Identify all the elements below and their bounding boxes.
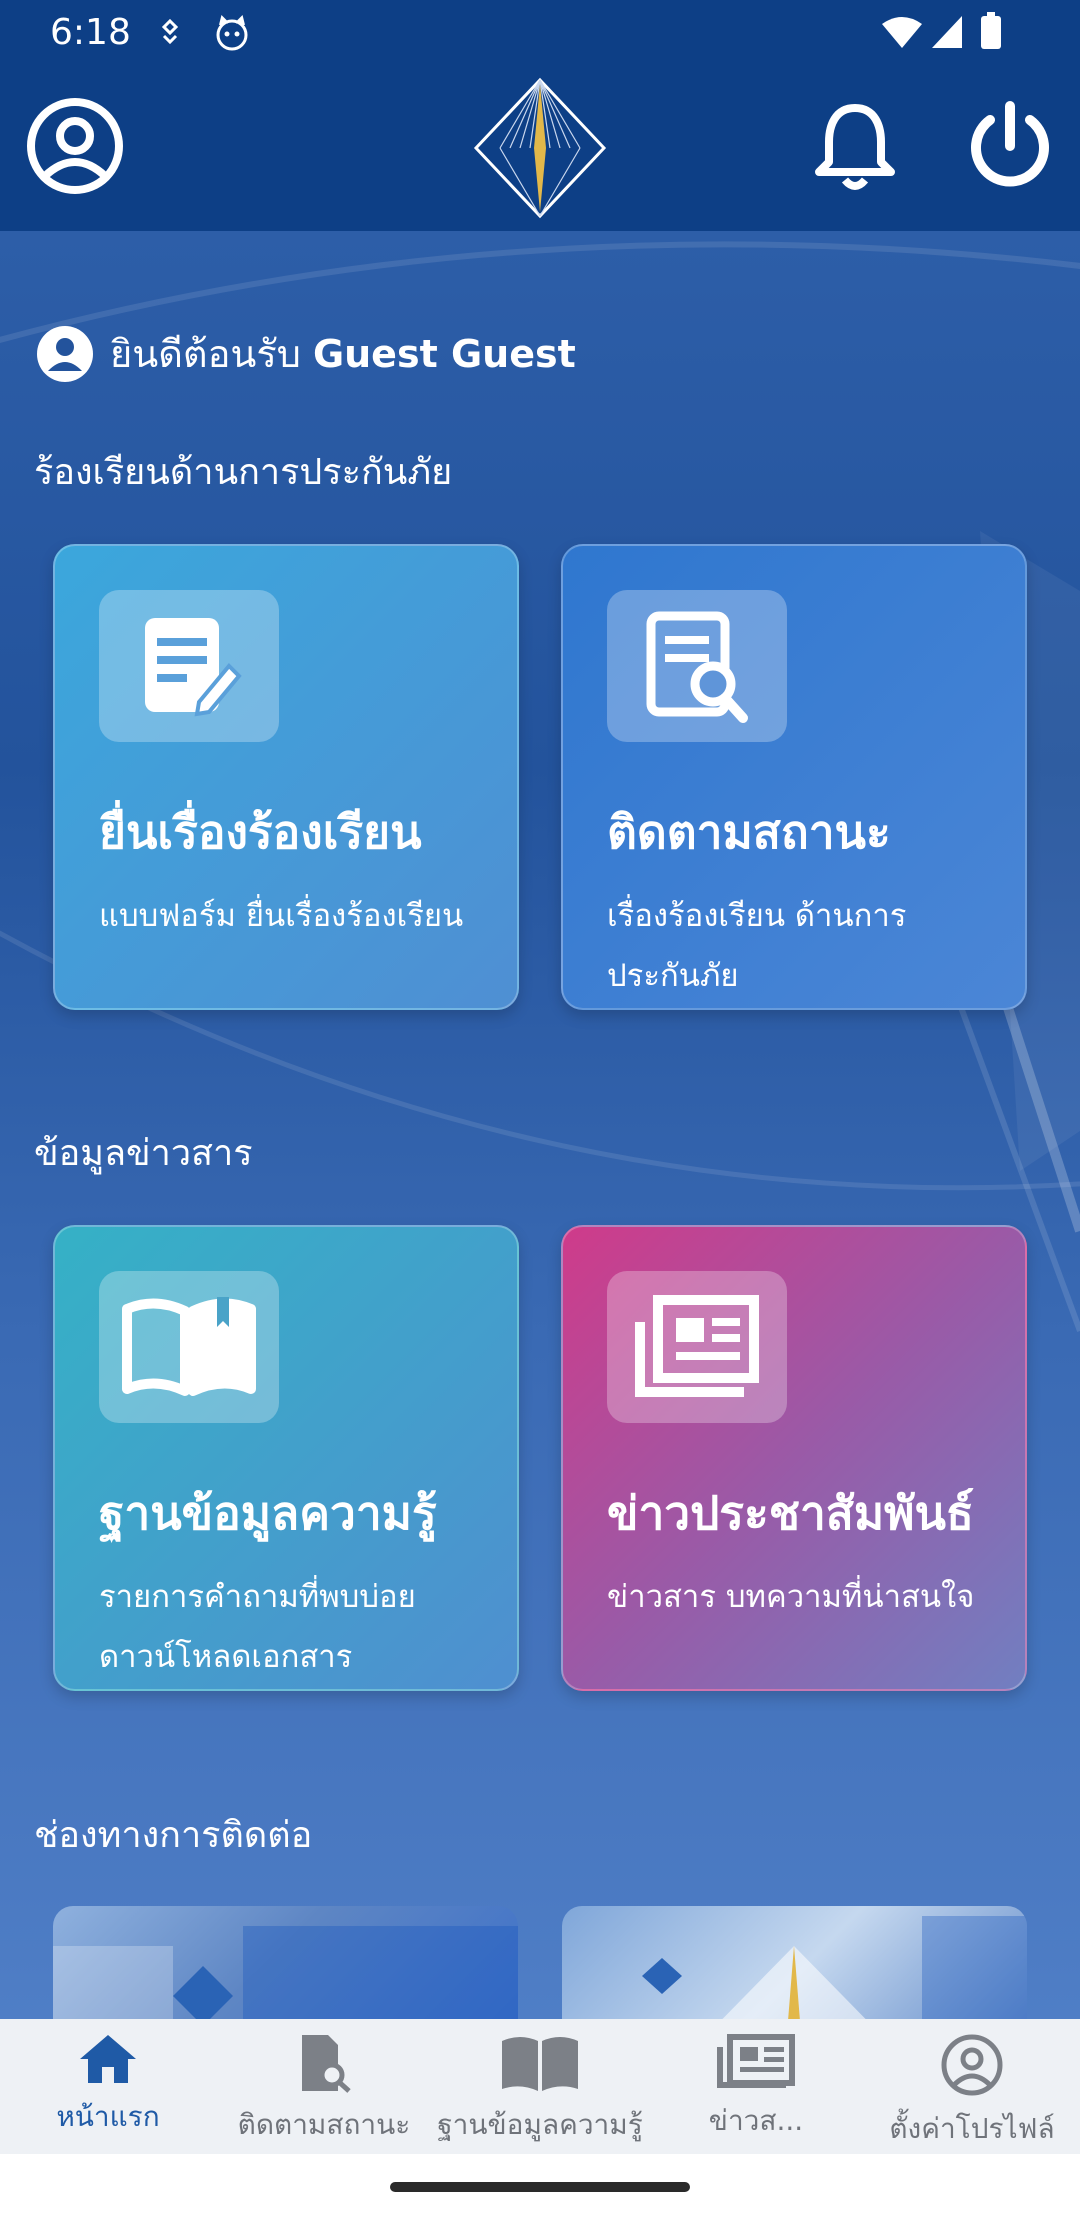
nav-news-label: ข่าวส... — [708, 2104, 804, 2137]
nav-home-label: หน้าแรก — [56, 2100, 160, 2133]
track-status-subtitle: เรื่องร้องเรียน ด้านการประกันภัย — [607, 898, 907, 994]
news-card[interactable]: ข่าวประชาสัมพันธ์ ข่าวสาร บทความที่น่าสน… — [561, 1225, 1027, 1691]
battery-icon — [981, 12, 1001, 49]
knowledge-base-title: ฐานข้อมูลความรู้ — [99, 1486, 437, 1540]
nav-track-status[interactable]: ติดตามสถานะ — [216, 2019, 432, 2154]
bell-icon[interactable] — [805, 96, 905, 196]
building-photo-image — [53, 1926, 518, 2019]
contact-photo-office[interactable] — [562, 1906, 1027, 2019]
document-search-icon — [607, 590, 787, 742]
nav-home[interactable]: หน้าแรก — [0, 2019, 216, 2154]
office-photo-image — [642, 1916, 1027, 2019]
section-title-info: ข้อมูลข่าวสาร — [34, 1133, 253, 1174]
file-complaint-card[interactable]: ยื่นเรื่องร้องเรียน แบบฟอร์ม ยื่นเรื่องร… — [53, 544, 519, 1010]
file-complaint-subtitle: แบบฟอร์ม ยื่นเรื่องร้องเรียน — [99, 898, 464, 934]
newspaper-icon — [607, 1271, 787, 1423]
app-header — [0, 66, 1080, 231]
welcome-username: Guest Guest — [312, 331, 576, 376]
gesture-bar — [0, 2154, 1080, 2220]
oic-emblem-logo — [473, 77, 607, 219]
welcome-banner: ยินดีต้อนรับ Guest Guest — [36, 323, 576, 384]
file-complaint-title: ยื่นเรื่องร้องเรียน — [99, 805, 422, 859]
nav-knowledge-base-label: ฐานข้อมูลความรู้ — [437, 2108, 643, 2141]
notification-status-icon — [161, 18, 179, 45]
nav-track-status-label: ติดตามสถานะ — [237, 2108, 411, 2141]
news-subtitle: ข่าวสาร บทความที่น่าสนใจ — [607, 1579, 975, 1615]
bottom-navigation: หน้าแรก ติดตามสถานะ ฐานข้อมูลความรู้ ข่า… — [0, 2019, 1080, 2154]
track-status-title: ติดตามสถานะ — [607, 805, 891, 859]
wifi-icon — [882, 17, 922, 48]
nav-profile-settings[interactable]: ตั้งค่าโปรไฟล์ — [864, 2019, 1080, 2154]
knowledge-base-subtitle: รายการคำถามที่พบบ่อย ดาวน์โหลดเอกสาร — [99, 1579, 416, 1675]
open-book-icon — [99, 1271, 279, 1423]
home-content[interactable]: ยินดีต้อนรับ Guest Guest ร้องเรียนด้านกา… — [0, 231, 1080, 2019]
user-icon — [37, 325, 93, 382]
welcome-text: ยินดีต้อนรับ — [110, 332, 301, 376]
nav-profile-settings-label: ตั้งค่าโปรไฟล์ — [889, 2112, 1055, 2145]
signal-icon — [932, 16, 962, 48]
section-title-complaint: ร้องเรียนด้านการประกันภัย — [34, 452, 453, 493]
home-gesture-pill[interactable] — [390, 2182, 690, 2192]
account-circle-icon[interactable] — [25, 96, 125, 196]
track-status-card[interactable]: ติดตามสถานะ เรื่องร้องเรียน ด้านการประกั… — [561, 544, 1027, 1010]
document-search-icon — [302, 2035, 351, 2093]
home-icon — [80, 2035, 136, 2083]
section-title-contact: ช่องทางการติดต่อ — [34, 1815, 313, 1856]
newspaper-icon — [717, 2034, 795, 2088]
news-title: ข่าวประชาสัมพันธ์ — [607, 1486, 975, 1540]
book-icon — [502, 2037, 578, 2091]
edit-document-icon — [99, 590, 279, 742]
power-icon[interactable] — [960, 96, 1060, 196]
cat-status-icon — [216, 15, 248, 51]
account-circle-icon — [941, 2034, 1003, 2096]
nav-news[interactable]: ข่าวส... — [648, 2019, 864, 2154]
status-bar: 6:18 — [0, 0, 1080, 66]
nav-knowledge-base[interactable]: ฐานข้อมูลความรู้ — [432, 2019, 648, 2154]
status-time: 6:18 — [50, 12, 131, 53]
knowledge-base-card[interactable]: ฐานข้อมูลความรู้ รายการคำถามที่พบบ่อย ดา… — [53, 1225, 519, 1691]
contact-photo-building[interactable] — [53, 1906, 518, 2019]
